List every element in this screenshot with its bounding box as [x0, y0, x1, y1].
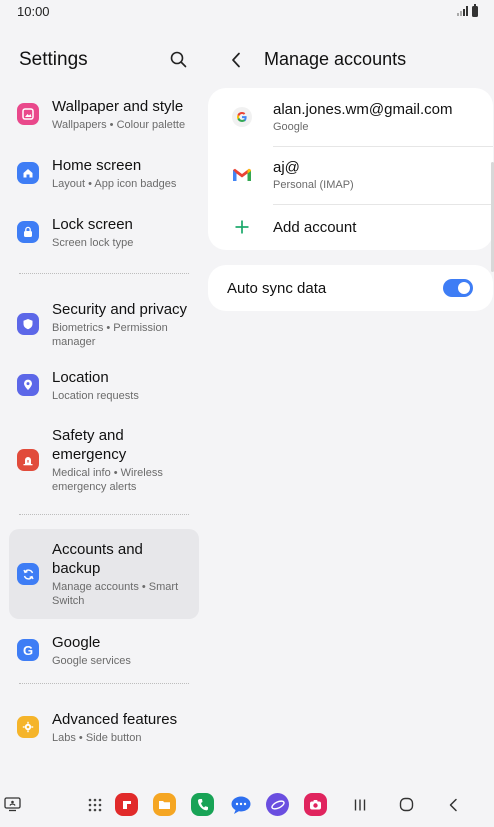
status-icons	[457, 3, 478, 17]
settings-item-wallpaper[interactable]: Wallpaper and style Wallpapers • Colour …	[9, 97, 199, 131]
settings-item-home-screen[interactable]: Home screen Layout • App icon badges	[9, 156, 199, 190]
account-type: Google	[273, 121, 309, 133]
status-bar: 10:00	[0, 0, 494, 22]
search-button[interactable]	[166, 48, 190, 72]
auto-sync-label: Auto sync data	[227, 279, 327, 297]
screen-cast-icon	[3, 797, 21, 812]
auto-sync-toggle[interactable]	[443, 279, 473, 297]
settings-item-sub: Google services	[52, 654, 131, 667]
google-icon: G	[17, 639, 39, 661]
flipboard-app-icon	[115, 793, 138, 816]
manage-accounts-header: Manage accounts	[208, 22, 494, 97]
account-row-imap[interactable]: aj@ Personal (IMAP)	[208, 146, 493, 204]
location-pin-icon	[17, 374, 39, 396]
settings-item-label: Home screen	[52, 156, 142, 174]
section-divider	[19, 683, 189, 684]
settings-item-sub: Biometrics • Permission manager	[52, 321, 168, 348]
battery-icon	[472, 3, 478, 17]
dock-app-6[interactable]	[304, 793, 327, 816]
gmail-icon	[230, 163, 254, 187]
add-account-label: Add account	[273, 218, 357, 236]
screen-cast-button[interactable]	[2, 795, 22, 815]
settings-item-sub: Location requests	[52, 389, 139, 402]
settings-item-sub: Wallpapers • Colour palette	[52, 118, 186, 131]
settings-item-sub: Manage accounts • Smart Switch	[52, 581, 179, 607]
settings-header: Settings	[0, 22, 208, 97]
settings-item-label: Security and privacy	[52, 300, 188, 318]
navigation-bar	[0, 782, 494, 827]
account-name: alan.jones.wm@gmail.com	[273, 101, 453, 118]
messages-app-icon	[229, 793, 252, 816]
dock-app-5[interactable]	[266, 793, 289, 816]
settings-item-label: Wallpaper and style	[52, 97, 184, 115]
dock-app-1[interactable]	[115, 793, 138, 816]
settings-item-sub: Labs • Side button	[52, 731, 142, 744]
account-row-google[interactable]: alan.jones.wm@gmail.com Google	[208, 88, 493, 146]
settings-item-advanced-features[interactable]: Advanced features Labs • Side button	[9, 710, 199, 744]
section-divider	[19, 273, 189, 274]
toggle-knob	[458, 282, 470, 294]
status-time: 10:00	[17, 3, 50, 19]
folder-app-icon	[153, 793, 176, 816]
settings-item-sub: Layout • App icon badges	[52, 177, 177, 190]
recent-apps-icon	[354, 799, 366, 810]
dock-app-2[interactable]	[153, 793, 176, 816]
dock-app-4[interactable]	[229, 793, 252, 816]
wallpaper-icon	[17, 103, 39, 125]
home-circle-icon	[399, 797, 413, 812]
manage-accounts-pane: Manage accounts alan.jones.wm@gmail.com …	[208, 22, 494, 782]
recent-apps-button[interactable]	[350, 795, 370, 815]
page-title: Manage accounts	[264, 49, 407, 69]
chevron-left-icon	[232, 52, 240, 67]
settings-item-sub: Medical info • Wireless emergency alerts	[52, 467, 163, 493]
apps-grid-icon	[88, 798, 102, 811]
settings-item-google[interactable]: G Google Google services	[9, 633, 199, 667]
settings-menu: Wallpaper and style Wallpapers • Colour …	[0, 97, 208, 744]
emergency-icon	[17, 449, 39, 471]
signal-icon	[457, 6, 468, 16]
internet-app-icon	[266, 793, 289, 816]
search-icon	[170, 51, 186, 68]
settings-item-sub: Screen lock type	[52, 236, 134, 249]
settings-item-label: Google	[52, 633, 101, 651]
camera-app-icon	[304, 793, 327, 816]
phone-app-icon	[191, 793, 214, 816]
nav-back-icon	[449, 798, 457, 811]
sync-icon	[17, 563, 39, 585]
settings-item-safety-emergency[interactable]: Safety and emergency Medical info • Wire…	[9, 426, 199, 494]
accounts-card: alan.jones.wm@gmail.com Google aj@ Perso…	[208, 88, 493, 250]
settings-pane: Settings Wallpaper and style Wallpapers …	[0, 22, 208, 782]
plus-icon	[230, 215, 254, 239]
advanced-features-icon	[17, 716, 39, 738]
shield-icon	[17, 313, 39, 335]
add-account-button[interactable]: Add account	[208, 204, 493, 250]
apps-button[interactable]	[85, 795, 105, 815]
settings-item-location[interactable]: Location Location requests	[9, 368, 199, 402]
account-name: aj@	[273, 159, 300, 176]
dock-app-3[interactable]	[191, 793, 214, 816]
settings-item-label: Lock screen	[52, 215, 133, 233]
settings-item-label: Safety and emergency	[52, 427, 127, 463]
google-g-icon	[230, 105, 254, 129]
account-type: Personal (IMAP)	[273, 179, 354, 191]
settings-item-label: Accounts and backup	[52, 541, 143, 577]
home-button[interactable]	[396, 795, 416, 815]
section-divider	[19, 514, 189, 515]
settings-item-lock-screen[interactable]: Lock screen Screen lock type	[9, 215, 199, 249]
settings-item-label: Location	[52, 368, 109, 386]
home-icon	[17, 162, 39, 184]
nav-back-button[interactable]	[443, 795, 463, 815]
settings-title: Settings	[19, 48, 88, 70]
settings-item-label: Advanced features	[52, 710, 178, 728]
auto-sync-row[interactable]: Auto sync data	[208, 265, 493, 311]
back-button[interactable]	[226, 50, 246, 70]
lock-icon	[17, 221, 39, 243]
settings-item-accounts-backup[interactable]: Accounts and backup Manage accounts • Sm…	[9, 529, 199, 619]
settings-item-security[interactable]: Security and privacy Biometrics • Permis…	[9, 300, 199, 348]
